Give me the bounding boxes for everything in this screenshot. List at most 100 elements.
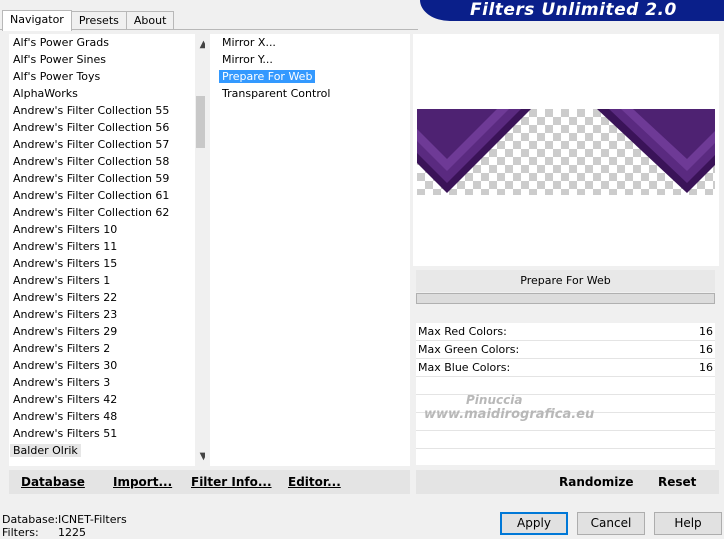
category-item[interactable]: Alf's Power Toys xyxy=(9,68,205,85)
progress-bar xyxy=(416,293,715,304)
filter-item-label: Prepare For Web xyxy=(219,70,316,83)
app-banner: Filters Unlimited 2.0 xyxy=(420,0,724,21)
tab-strip: Navigator Presets About xyxy=(2,10,175,31)
category-item-label: Andrew's Filters 15 xyxy=(13,257,118,270)
cancel-button[interactable]: Cancel xyxy=(577,512,645,535)
category-list[interactable]: Alf's Power Grads Alf's Power Sines Alf's … xyxy=(9,34,205,466)
category-item-label: Andrew's Filter Collection 58 xyxy=(13,155,170,168)
watermark-line2: www.maidirografica.eu xyxy=(424,407,595,422)
banner-title: Filters Unlimited 2.0 xyxy=(470,0,677,20)
category-item-label: Andrew's Filter Collection 59 xyxy=(13,172,170,185)
category-item[interactable]: Andrew's Filters 48 xyxy=(9,408,205,425)
tab-navigator[interactable]: Navigator xyxy=(2,10,72,31)
preview-pane xyxy=(413,34,719,266)
param-value[interactable]: 16 xyxy=(699,341,713,358)
category-item[interactable]: Andrew's Filter Collection 58 xyxy=(9,153,205,170)
category-item-label: Andrew's Filters 11 xyxy=(13,240,118,253)
category-item-label: Alf's Power Toys xyxy=(13,70,101,83)
tab-about[interactable]: About xyxy=(125,11,175,30)
apply-button[interactable]: Apply xyxy=(500,512,568,535)
category-item[interactable]: Andrew's Filter Collection 61 xyxy=(9,187,205,204)
category-item-label: Andrew's Filters 48 xyxy=(13,410,118,423)
database-value: ICNET-Filters xyxy=(58,513,127,526)
category-item-label: Andrew's Filters 10 xyxy=(13,223,118,236)
status-info: Database:ICNET-Filters Filters: 1225 xyxy=(2,513,127,539)
param-label: Max Red Colors: xyxy=(418,325,507,338)
filter-info-button[interactable]: Filter Info... xyxy=(191,475,272,489)
database-label: Database: xyxy=(2,513,59,526)
filters-count-value: 1225 xyxy=(58,526,86,539)
category-item[interactable]: AlphaWorks xyxy=(9,85,205,102)
watermark: Pinuccia www.maidirografica.eu xyxy=(424,393,594,422)
category-item-label: Andrew's Filter Collection 57 xyxy=(13,138,170,151)
category-item[interactable]: Andrew's Filters 23 xyxy=(9,306,205,323)
param-value[interactable]: 16 xyxy=(699,323,713,340)
right-button-bar: Randomize Reset xyxy=(416,470,719,494)
category-item[interactable]: Balder Olrik xyxy=(9,442,205,459)
category-scrollbar[interactable]: ▲ ▼ xyxy=(195,34,205,466)
category-item[interactable]: Andrew's Filter Collection 62 xyxy=(9,204,205,221)
category-item[interactable]: Andrew's Filters 11 xyxy=(9,238,205,255)
category-item[interactable]: Andrew's Filters 22 xyxy=(9,289,205,306)
filter-list[interactable]: Mirror X... Mirror Y... Prepare For Web Tra… xyxy=(210,34,410,466)
category-item-label: Andrew's Filters 22 xyxy=(13,291,118,304)
category-item-label: Andrew's Filters 1 xyxy=(13,274,111,287)
category-item[interactable]: Andrew's Filters 1 xyxy=(9,272,205,289)
scroll-thumb[interactable] xyxy=(196,96,205,148)
category-item[interactable]: Andrew's Filters 2 xyxy=(9,340,205,357)
category-item-label: Andrew's Filter Collection 56 xyxy=(13,121,170,134)
filter-item[interactable]: Mirror X... xyxy=(210,34,410,51)
category-item-label: Andrew's Filters 23 xyxy=(13,308,118,321)
database-button[interactable]: Database xyxy=(21,475,85,489)
left-button-bar: Database Import... Filter Info... Editor… xyxy=(9,470,410,494)
filter-item-label: Mirror X... xyxy=(222,36,276,49)
randomize-button[interactable]: Randomize xyxy=(559,475,633,489)
category-item-label: AlphaWorks xyxy=(13,87,78,100)
scroll-up-icon[interactable]: ▲ xyxy=(195,36,205,53)
tab-presets[interactable]: Presets xyxy=(70,11,127,30)
param-row[interactable]: Max Blue Colors: 16 xyxy=(416,359,715,377)
category-item[interactable]: Andrew's Filters 30 xyxy=(9,357,205,374)
category-item[interactable]: Andrew's Filters 42 xyxy=(9,391,205,408)
category-item[interactable]: Andrew's Filters 29 xyxy=(9,323,205,340)
filter-item-label: Mirror Y... xyxy=(222,53,273,66)
filter-item[interactable]: Transparent Control xyxy=(210,85,410,102)
param-label: Max Blue Colors: xyxy=(418,361,511,374)
filter-item[interactable]: Mirror Y... xyxy=(210,51,410,68)
scroll-down-icon[interactable]: ▼ xyxy=(195,448,205,465)
category-item[interactable]: Alf's Power Sines xyxy=(9,51,205,68)
empty-param-row xyxy=(416,431,715,449)
category-item[interactable]: Andrew's Filter Collection 59 xyxy=(9,170,205,187)
category-item[interactable]: Alf's Power Grads xyxy=(9,34,205,51)
category-item-label: Alf's Power Sines xyxy=(13,53,106,66)
category-item[interactable]: Andrew's Filter Collection 57 xyxy=(9,136,205,153)
category-item[interactable]: Andrew's Filters 15 xyxy=(9,255,205,272)
param-value[interactable]: 16 xyxy=(699,359,713,376)
category-item[interactable]: Andrew's Filters 51 xyxy=(9,425,205,442)
category-item-label: Balder Olrik xyxy=(10,444,81,457)
category-item-label: Andrew's Filters 30 xyxy=(13,359,118,372)
parameter-rows: Max Red Colors: 16 Max Green Colors: 16 Max … xyxy=(416,323,715,377)
preview-image xyxy=(417,109,715,195)
editor-button[interactable]: Editor... xyxy=(288,475,341,489)
selected-filter-name: Prepare For Web xyxy=(416,270,715,292)
help-button[interactable]: Help xyxy=(654,512,722,535)
category-item-label: Andrew's Filter Collection 62 xyxy=(13,206,170,219)
filter-item[interactable]: Prepare For Web xyxy=(210,68,410,85)
category-item[interactable]: Andrew's Filters 3 xyxy=(9,374,205,391)
watermark-line1: Pinuccia xyxy=(466,393,523,407)
category-item-label: Andrew's Filters 2 xyxy=(13,342,111,355)
category-item-label: Andrew's Filters 42 xyxy=(13,393,118,406)
import-button[interactable]: Import... xyxy=(113,475,172,489)
parameter-panel: Max Red Colors: 16 Max Green Colors: 16 Max … xyxy=(416,323,715,465)
category-item-label: Andrew's Filter Collection 61 xyxy=(13,189,170,202)
reset-button[interactable]: Reset xyxy=(658,475,696,489)
category-item[interactable]: Andrew's Filter Collection 55 xyxy=(9,102,205,119)
category-item[interactable]: Andrew's Filters 10 xyxy=(9,221,205,238)
category-item-label: Alf's Power Grads xyxy=(13,36,109,49)
category-items: Alf's Power Grads Alf's Power Sines Alf's … xyxy=(9,34,205,459)
param-row[interactable]: Max Red Colors: 16 xyxy=(416,323,715,341)
category-item[interactable]: Andrew's Filter Collection 56 xyxy=(9,119,205,136)
param-row[interactable]: Max Green Colors: 16 xyxy=(416,341,715,359)
filter-items: Mirror X... Mirror Y... Prepare For Web Tra… xyxy=(210,34,410,102)
